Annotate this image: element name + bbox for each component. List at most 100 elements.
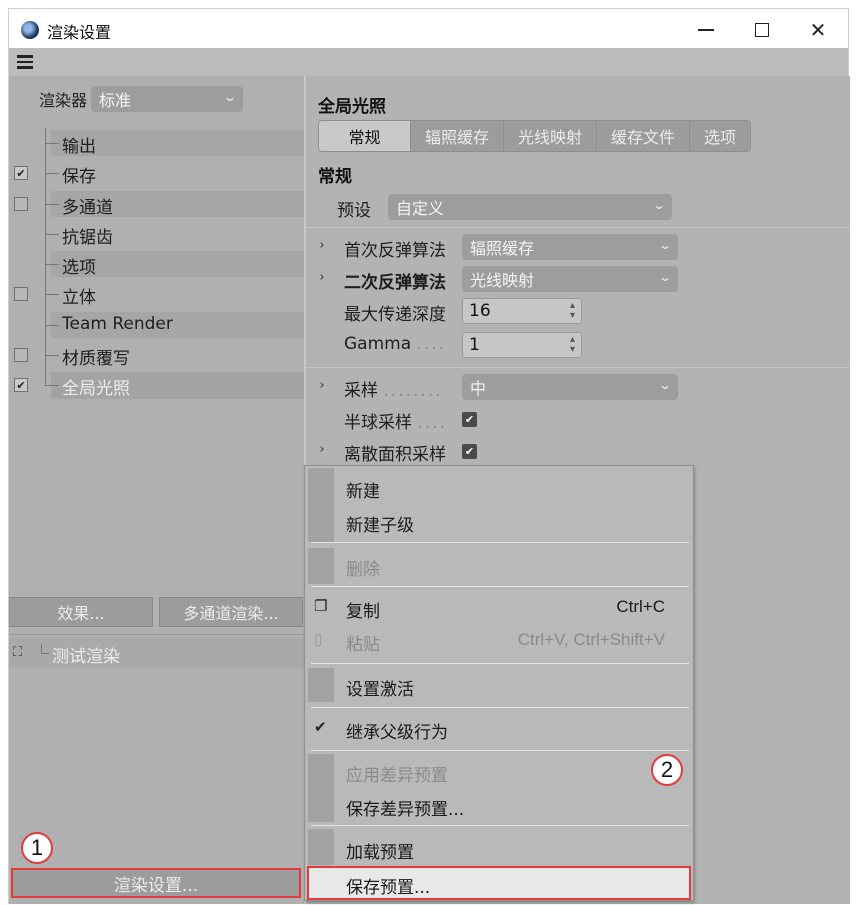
tree-item[interactable]: 立体 <box>9 279 304 310</box>
renderer-dropdown[interactable]: 标准 ⌄ <box>91 86 244 112</box>
divider <box>306 367 850 368</box>
tree-item[interactable]: ✔ 保存 <box>9 158 304 189</box>
secondary-method-row: › 二次反弹算法 光线映射 ⌄ <box>316 264 696 294</box>
menu-item-paste[interactable]: ▯ 粘贴 Ctrl+V, Ctrl+Shift+V <box>305 623 693 657</box>
tree-item[interactable]: Team Render <box>9 309 304 341</box>
menu-item-save-diff-preset[interactable]: 保存差异预置... <box>305 788 693 822</box>
tab-0[interactable]: 常规 <box>319 121 411 151</box>
secondary-method-dropdown[interactable]: 光线映射 ⌄ <box>462 266 678 292</box>
hamburger-menu-icon[interactable] <box>17 55 33 69</box>
tree-item-label: 全局光照 <box>62 379 130 400</box>
menu-item-delete[interactable]: 删除 <box>305 548 693 582</box>
close-icon: ✕ <box>809 18 827 42</box>
cinema4d-app-icon <box>21 21 39 39</box>
test-render-label: 测试渲染 <box>52 647 120 667</box>
sampling-value: 中 <box>470 379 487 398</box>
menu-item-inherit-parent[interactable]: ✔ 继承父级行为 <box>305 711 693 745</box>
render-settings-icon: ⛶ <box>13 645 23 660</box>
expand-arrow-icon[interactable]: › <box>316 270 328 285</box>
tree-item-label: 抗锯齿 <box>62 227 113 248</box>
sampling-dropdown[interactable]: 中 ⌄ <box>462 374 678 400</box>
menu-separator <box>311 542 689 543</box>
tab-1[interactable]: 辐照缓存 <box>411 121 505 151</box>
discrete-area-sampling-row: › 离散面积采样 ✔ <box>316 436 696 466</box>
hemispherical-sampling-checkbox[interactable]: ✔ <box>462 412 477 427</box>
tab-4[interactable]: 选项 <box>690 121 751 151</box>
copy-shortcut: Ctrl+C <box>616 597 665 616</box>
menu-item-new[interactable]: 新建 <box>305 470 693 504</box>
render-settings-button[interactable]: 渲染设置... <box>11 868 301 898</box>
minimize-button[interactable] <box>683 15 729 45</box>
divider <box>9 634 304 635</box>
maximize-icon <box>755 23 769 37</box>
tree-item[interactable]: 材质覆写 <box>9 340 304 371</box>
tab-2[interactable]: 光线映射 <box>504 121 598 151</box>
checkmark-icon: ✔ <box>314 718 327 736</box>
checkbox-unchecked[interactable] <box>14 196 28 211</box>
menu-item-set-active[interactable]: 设置激活 <box>305 668 693 702</box>
test-render-item[interactable]: ⛶ 测试渲染 <box>9 638 304 668</box>
tree-item[interactable]: ✔ 全局光照 <box>9 370 304 400</box>
tree-item-label: 立体 <box>62 288 96 309</box>
tree-item[interactable]: 多通道 <box>9 188 304 219</box>
copy-icon: ❐ <box>314 597 328 615</box>
preset-row: 预设 自定义 ⌄ <box>306 192 686 222</box>
expand-arrow-icon[interactable]: › <box>316 378 328 393</box>
maximize-button[interactable] <box>739 15 785 45</box>
max-depth-label: 最大传递深度 <box>344 305 446 325</box>
group-title: 常规 <box>318 167 352 187</box>
checkbox-unchecked[interactable] <box>14 348 28 363</box>
sampling-label: 采样 <box>344 381 378 401</box>
expand-arrow-icon[interactable]: › <box>316 238 328 253</box>
secondary-method-label: 二次反弹算法 <box>344 273 446 293</box>
preset-dropdown[interactable]: 自定义 ⌄ <box>388 194 672 220</box>
menu-item-new-child[interactable]: 新建子级 <box>305 504 693 538</box>
menu-separator <box>311 707 689 708</box>
max-depth-value: 16 <box>469 301 491 321</box>
checkbox-unchecked[interactable] <box>14 287 28 302</box>
callout-badge-1: 1 <box>21 832 53 864</box>
paste-icon: ▯ <box>314 630 323 648</box>
preset-label: 预设 <box>337 201 371 221</box>
tree-item[interactable]: 抗锯齿 <box>9 218 304 250</box>
menu-item-apply-diff-preset[interactable]: 应用差异预置 <box>305 754 693 788</box>
close-button[interactable]: ✕ <box>795 15 841 45</box>
discrete-area-sampling-checkbox[interactable]: ✔ <box>462 444 477 459</box>
menu-item-copy[interactable]: ❐ 复制 Ctrl+C <box>305 590 693 624</box>
spinner-arrows-icon[interactable]: ▴ ▾ <box>570 301 575 321</box>
effects-button[interactable]: 效果... <box>9 597 153 627</box>
tab-3[interactable]: 缓存文件 <box>597 121 691 151</box>
checkbox-checked[interactable]: ✔ <box>14 166 28 181</box>
menu-separator <box>311 825 689 826</box>
spinner-arrows-icon[interactable]: ▴ ▾ <box>570 335 575 355</box>
section-title: 全局光照 <box>318 97 386 117</box>
chevron-down-icon: ⌄ <box>657 270 673 284</box>
tree-item[interactable]: 输出 <box>9 128 304 159</box>
gamma-field[interactable]: 1 ▴ ▾ <box>462 332 582 358</box>
chevron-down-icon: ⌄ <box>222 90 238 104</box>
multipass-render-button[interactable]: 多通道渲染... <box>159 597 303 627</box>
menu-bar <box>8 48 849 76</box>
tree-item-label: 选项 <box>62 258 96 279</box>
renderer-row: 渲染器 标准 ⌄ <box>39 86 244 112</box>
renderer-value: 标准 <box>99 91 132 110</box>
menu-item-load-preset[interactable]: 加载预置 <box>305 831 693 865</box>
checkbox-checked[interactable]: ✔ <box>14 378 28 393</box>
left-panel: 渲染器 标准 ⌄ 输出 ✔ 保存 多通道 抗锯齿 选项 立体 Team Render 材质覆写 ✔… <box>9 76 304 904</box>
callout-badge-2: 2 <box>651 754 683 786</box>
window-title: 渲染设置 <box>47 23 112 42</box>
expand-arrow-icon[interactable]: › <box>316 442 328 457</box>
tab-bar: 常规 辐照缓存 光线映射 缓存文件 选项 <box>318 120 752 152</box>
tree-item-label: 多通道 <box>62 197 113 218</box>
tree-item[interactable]: 选项 <box>9 249 304 280</box>
primary-method-dropdown[interactable]: 辐照缓存 ⌄ <box>462 234 678 260</box>
max-depth-field[interactable]: 16 ▴ ▾ <box>462 298 582 324</box>
tree-item-label: 输出 <box>62 137 96 157</box>
hemispherical-sampling-row: 半球采样 .... ✔ <box>316 404 696 434</box>
primary-method-label: 首次反弹算法 <box>344 241 446 261</box>
minimize-icon <box>698 29 714 31</box>
menu-separator <box>311 663 689 664</box>
menu-item-save-preset[interactable]: 保存预置... <box>307 866 691 900</box>
gamma-label: Gamma <box>344 334 412 354</box>
tree-item-label: 材质覆写 <box>62 349 130 370</box>
